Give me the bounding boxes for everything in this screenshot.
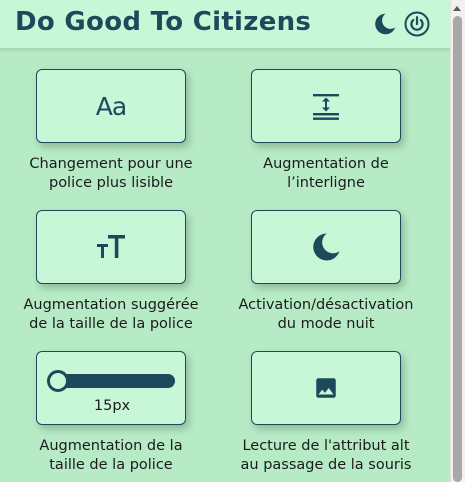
caption-line: Changement pour une	[29, 156, 193, 172]
readable-font-caption: Changement pour une police plus lisible	[0, 155, 226, 193]
caption-line: de la taille de la police	[29, 316, 193, 332]
font-size-slider-card: 15px	[36, 351, 186, 425]
header-bar: Do Good To Citizens	[0, 0, 450, 49]
app-root: Do Good To Citizens Aa Changement pour u…	[0, 0, 465, 482]
caption-line: au passage de la souris	[240, 457, 412, 473]
caption-line: police plus lisible	[48, 175, 173, 191]
caption-line: Augmentation de la	[39, 438, 183, 454]
scroll-up-arrow-icon[interactable]	[453, 6, 461, 11]
caption-line: Augmentation de	[263, 156, 389, 172]
night-mode-caption: Activation/désactivation du mode nuit	[211, 296, 441, 334]
moon-icon[interactable]	[372, 11, 398, 37]
line-spacing-icon	[313, 94, 339, 120]
app-title: Do Good To Citizens	[15, 7, 312, 37]
power-icon[interactable]	[404, 11, 430, 37]
image-icon	[316, 378, 336, 398]
font-aa-icon: Aa	[95, 91, 127, 121]
line-spacing-button[interactable]	[251, 69, 401, 143]
caption-line: Activation/désactivation	[238, 297, 414, 313]
slider-handle[interactable]	[47, 370, 69, 392]
caption-line: Lecture de l'attribut alt	[242, 438, 410, 454]
slider-value: 15px	[93, 398, 131, 414]
suggested-font-size-caption: Augmentation suggérée de la taille de la…	[0, 296, 226, 334]
caption-line: du mode nuit	[277, 316, 375, 332]
alt-text-caption: Lecture de l'attribut alt au passage de …	[211, 437, 441, 475]
readable-font-button[interactable]: Aa	[36, 69, 186, 143]
font-size-caption: Augmentation de la taille de la police	[0, 437, 226, 475]
moon-icon	[313, 233, 340, 261]
scrollbar-thumb[interactable]	[453, 16, 462, 482]
caption-line: taille de la police	[49, 457, 173, 473]
line-spacing-caption: Augmentation de l’interligne	[211, 155, 441, 193]
suggested-font-size-button[interactable]	[36, 210, 186, 284]
vertical-scrollbar[interactable]	[450, 0, 465, 482]
text-size-icon	[97, 235, 125, 258]
night-mode-button[interactable]	[251, 210, 401, 284]
caption-line: l’interligne	[287, 175, 365, 191]
alt-text-reader-button[interactable]	[251, 351, 401, 425]
caption-line: Augmentation suggérée	[23, 297, 199, 313]
